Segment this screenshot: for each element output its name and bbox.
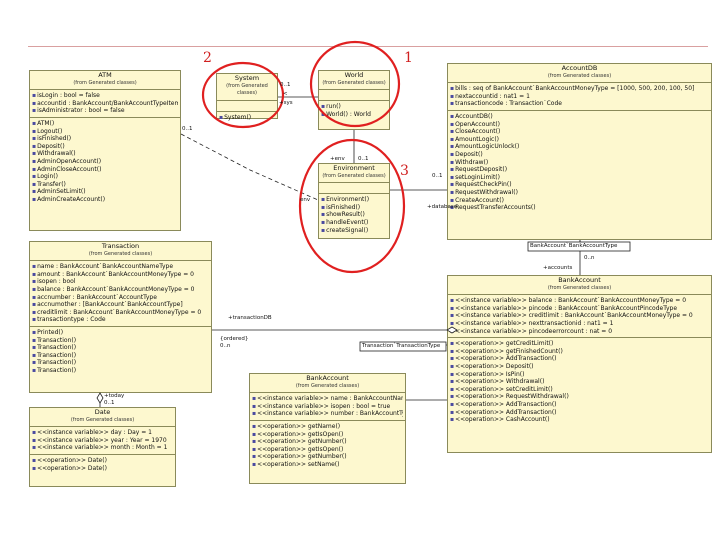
label-sys-mult: 0..1 bbox=[280, 82, 291, 88]
label-today: +today bbox=[104, 393, 125, 399]
marker-3: 3 bbox=[400, 163, 409, 179]
diamond-date bbox=[96, 392, 104, 404]
label-ordered: {ordered} bbox=[220, 336, 249, 342]
highlight-circle-2 bbox=[201, 61, 285, 129]
assoc-atm-env bbox=[180, 133, 319, 201]
label-sys: +sys bbox=[279, 100, 293, 106]
marker-2: 2 bbox=[203, 50, 212, 66]
label-database: +database bbox=[427, 204, 458, 210]
marker-1: 1 bbox=[404, 50, 413, 66]
label-env: +env bbox=[330, 156, 345, 162]
diamond-transaction bbox=[446, 326, 458, 334]
label-db-mult: 0..1 bbox=[432, 173, 443, 179]
label-accounts-mult: 0..n bbox=[584, 255, 595, 261]
highlight-circle-3 bbox=[298, 138, 406, 274]
label-accounts: +accounts bbox=[543, 265, 573, 271]
label-atm-mult: 0..1 bbox=[182, 126, 193, 132]
label-transactiondb: +transactionDB bbox=[228, 315, 272, 321]
label-transaction-mult: 0..n bbox=[220, 343, 231, 349]
label-qualifier: BankAccount`BankAccountType bbox=[530, 243, 618, 249]
diagram-overlay bbox=[96, 40, 631, 407]
label-transaction-qualifier: Transaction`TransactionType bbox=[362, 343, 441, 349]
label-env-mult: 0..1 bbox=[358, 156, 369, 162]
label-today-mult: 0..1 bbox=[104, 400, 115, 406]
label-arrow: < bbox=[283, 91, 288, 97]
highlight-circle-1 bbox=[309, 40, 401, 128]
label-env-role: env bbox=[300, 197, 311, 203]
